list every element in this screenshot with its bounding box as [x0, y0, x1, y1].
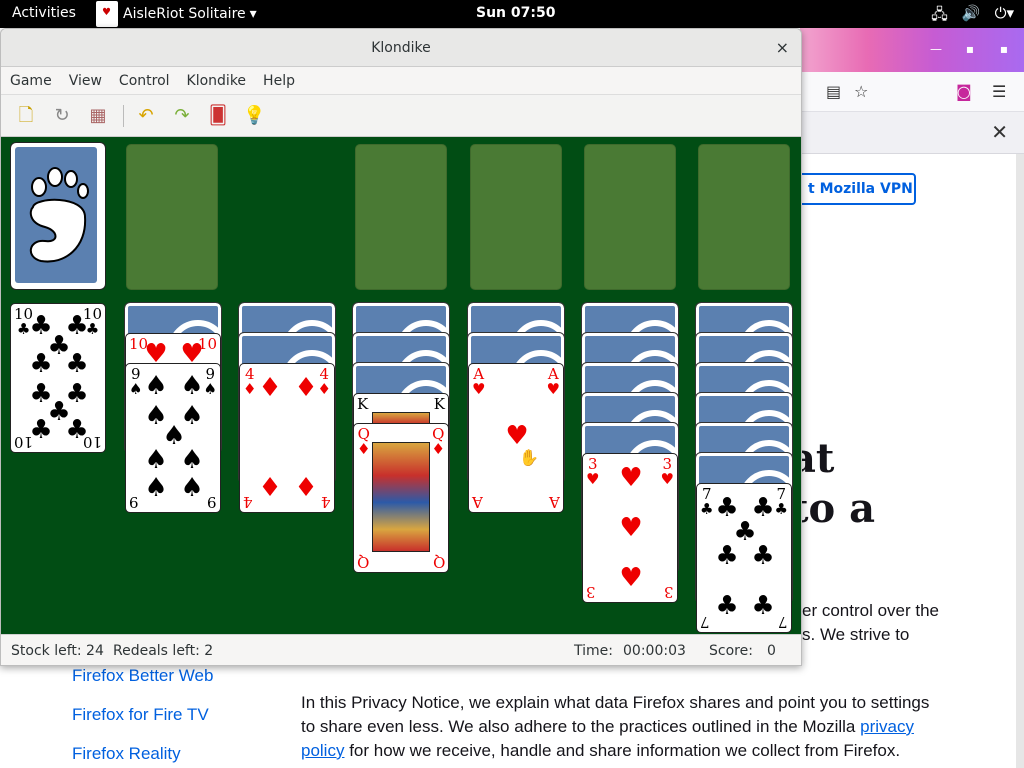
redo-icon[interactable]: ↷ — [171, 105, 193, 127]
statusbar: Stock left: 24 Redeals left: 2 Time: 00:… — [1, 634, 801, 665]
hand-cursor-icon: ✋ — [519, 448, 539, 467]
menu-klondike[interactable]: Klondike — [178, 67, 255, 94]
privacy-link[interactable]: privacy — [860, 717, 914, 736]
sidebar-link-reality[interactable]: Firefox Reality — [72, 744, 181, 764]
game-board[interactable]: 10 ♣ 10 ♣ 10 10 ♣ ♣ ♣ ♣ ♣ ♣ ♣ ♣ ♣ ♣ 10 10 ♥ ♥ 9… — [1, 137, 801, 634]
aisleriot-window: Klondike × Game View Control Klondike He… — [0, 28, 802, 666]
stock-left-label: Stock left: 24 — [11, 643, 104, 659]
waste-pile[interactable] — [126, 144, 218, 290]
app-menu-label: AisleRiot Solitaire — [123, 6, 246, 22]
page-heading-line2: to a — [790, 485, 875, 532]
minimize-icon[interactable]: — — [928, 42, 944, 58]
tableau-card[interactable]: 9 ♠ 9 ♠ 9 9 ♠ ♠ ♠ ♠ ♠ ♠ ♠ ♠ ♠ — [125, 363, 221, 513]
bookmark-star-icon[interactable]: ☆ — [854, 82, 868, 101]
intro-text-line2: s. We strive to — [802, 625, 910, 644]
score-label: Score: — [709, 643, 753, 659]
sidebar-link-better-web[interactable]: Firefox Better Web — [72, 666, 213, 686]
undo-icon[interactable]: ↶ — [135, 105, 157, 127]
foundation-3[interactable] — [584, 144, 676, 290]
redeals-left-label: Redeals left: 2 — [113, 643, 214, 659]
time-label: Time: — [574, 643, 613, 659]
restart-icon[interactable]: ↻ — [51, 105, 73, 127]
new-game-icon[interactable]: 🗋 — [15, 105, 37, 127]
tableau-card[interactable]: 7 ♣ 7 ♣ 7 7 ♣ ♣ ♣ ♣ ♣ ♣ ♣ — [696, 483, 792, 633]
pocket-icon[interactable]: ◙ — [956, 82, 972, 101]
scrollbar[interactable] — [1016, 154, 1024, 768]
notification-bar: ✕ — [800, 112, 1024, 154]
tableau-card[interactable]: A ♥ A ♥ A A ♥ ✋ — [468, 363, 564, 513]
menu-game[interactable]: Game — [1, 67, 60, 94]
menubar: Game View Control Klondike Help — [1, 67, 801, 95]
time-value: 00:00:03 — [623, 643, 686, 659]
tableau-card[interactable]: 4 ♦ 4 ♦ 4 4 ♦ ♦ ♦ ♦ — [239, 363, 335, 513]
close-icon[interactable]: × — [776, 29, 789, 67]
power-icon[interactable]: ⏻▾ — [995, 4, 1014, 29]
privacy-text-line2: to share even less. We also adhere to th… — [301, 717, 914, 736]
network-icon[interactable]: 🖧 — [931, 4, 948, 29]
firefox-navbar: ▤ ☆ ◙ ☰ — [800, 72, 1024, 112]
clock[interactable]: Sun 07:50 — [476, 5, 555, 21]
foundation-1[interactable] — [355, 144, 447, 290]
foundation-2[interactable] — [470, 144, 562, 290]
stock-pile[interactable] — [10, 142, 106, 290]
policy-link[interactable]: policy — [301, 741, 344, 760]
select-game-icon[interactable]: ▦ — [87, 105, 109, 127]
foundation-4[interactable] — [698, 144, 790, 290]
sidebar-link-fire-tv[interactable]: Firefox for Fire TV — [72, 705, 209, 725]
tableau-card[interactable]: 3 ♥ 3 ♥ 3 3 ♥ ♥ ♥ — [582, 453, 678, 603]
privacy-text-line1: In this Privacy Notice, we explain what … — [301, 693, 930, 712]
app-menu[interactable]: AisleRiot Solitaire ▾ — [96, 0, 257, 28]
privacy-paragraph: In this Privacy Notice, we explain what … — [301, 691, 1001, 763]
close-icon[interactable]: ▪ — [996, 42, 1012, 58]
volume-icon[interactable]: 🔊 — [962, 4, 981, 29]
aisleriot-app-icon — [96, 1, 118, 27]
menu-view[interactable]: View — [60, 67, 110, 94]
hint-icon[interactable]: 💡 — [243, 105, 265, 127]
tableau-card[interactable]: Q ♦ Q ♦ Q Q — [353, 423, 449, 573]
toolbar: 🗋 ↻ ▦ ↶ ↷ 🂠 💡 — [1, 95, 801, 137]
reader-view-icon[interactable]: ▤ — [826, 82, 841, 101]
window-titlebar: Klondike × — [1, 29, 801, 67]
gnome-foot-icon — [15, 147, 97, 283]
firefox-titlebar: — ▪ ▪ — [800, 28, 1024, 72]
menu-help[interactable]: Help — [254, 67, 303, 94]
privacy-text-line3: policy for how we receive, handle and sh… — [301, 741, 901, 760]
menu-control[interactable]: Control — [110, 67, 178, 94]
system-tray[interactable]: 🖧 🔊 ⏻▾ — [931, 4, 1014, 29]
score-value: 0 — [767, 643, 776, 659]
window-title: Klondike — [371, 40, 431, 56]
gnome-top-bar: Activities AisleRiot Solitaire ▾ Sun 07:… — [0, 0, 1024, 28]
maximize-icon[interactable]: ▪ — [962, 42, 978, 58]
deal-icon[interactable]: 🂠 — [207, 105, 229, 127]
close-icon[interactable]: ✕ — [991, 120, 1008, 144]
toolbar-separator — [123, 105, 124, 127]
tableau-card[interactable]: 10 ♣ 10 ♣ 10 10 ♣ ♣ ♣ ♣ ♣ ♣ ♣ ♣ ♣ ♣ — [10, 303, 106, 453]
chevron-down-icon: ▾ — [249, 6, 257, 22]
hamburger-menu-icon[interactable]: ☰ — [992, 82, 1006, 101]
intro-text-line1: er control over the — [802, 601, 940, 620]
queen-face-art — [372, 442, 430, 552]
activities-button[interactable]: Activities — [12, 5, 76, 21]
